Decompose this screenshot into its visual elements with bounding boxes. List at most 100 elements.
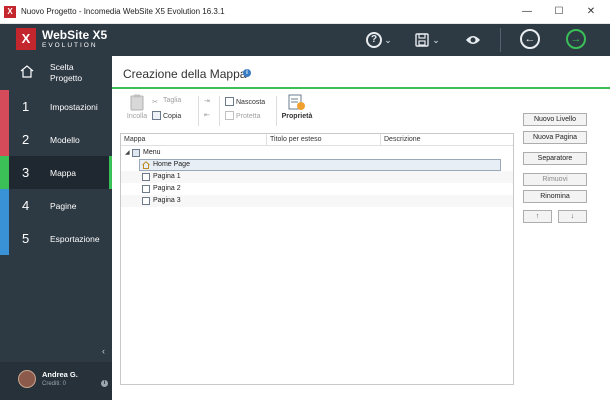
sidebar-item-modello[interactable]: 2 Modello [0,123,112,156]
sidebar-item-label: Scelta Progetto [50,62,83,83]
close-button[interactable]: ✕ [578,4,604,20]
step-accent [0,189,9,222]
sidebar-item-esportazione[interactable]: 5 Esportazione [0,222,112,255]
page-icon [142,185,150,193]
page-icon [142,197,150,205]
expand-toggle-icon[interactable]: ◢ [125,149,130,156]
move-down-button[interactable]: ↓ [558,210,587,223]
properties-icon [288,94,305,110]
page-title: Creazione della Mappa [123,67,247,81]
tree-row-page[interactable]: Pagina 3 [121,195,513,207]
column-divider[interactable] [380,134,381,146]
sidebar-item-label: Modello [50,135,80,145]
step-number: 3 [22,165,30,180]
step-number: 5 [22,231,30,246]
new-level-button[interactable]: Nuovo Livello [523,113,587,126]
user-name: Andrea G. [42,370,78,379]
page-icon [225,97,234,106]
step-accent [0,90,9,123]
rename-button[interactable]: Rinomina [523,190,587,203]
new-page-button[interactable]: Nuova Pagina [523,131,587,144]
sidebar-item-label: Mappa [50,168,76,178]
page-header: Creazione della Mappa i [112,56,610,89]
help-icon[interactable]: ? [366,32,382,48]
save-chevron-down-icon[interactable]: ⌄ [431,30,441,50]
window-title: Nuovo Progetto - Incomedia WebSite X5 Ev… [21,7,225,16]
column-header-descrizione[interactable]: Descrizione [384,136,421,143]
avatar[interactable] [18,370,36,388]
step-accent [0,222,9,255]
properties-label: Proprietà [281,113,313,120]
menu-icon [132,149,140,157]
save-icon[interactable] [414,30,430,50]
step-accent [0,156,9,189]
sidebar-item-mappa[interactable]: 3 Mappa [0,156,112,189]
tree-row-home[interactable]: Home Page [121,159,513,171]
brand-name: WebSite X5 [42,28,108,42]
main-panel: Creazione della Mappa i Incolla ✂ Taglia … [112,56,610,400]
sidebar-item-label: Esportazione [50,234,100,244]
toolbar-divider [500,28,501,52]
maximize-button[interactable]: ☐ [546,4,572,20]
user-credit: Crediti: 0 [42,381,67,387]
cut-button[interactable]: ✂ Taglia [152,97,181,107]
info-icon[interactable]: i [101,380,108,387]
tree-header: Mappa Titolo per esteso Descrizione [121,134,513,146]
main-toolbar: X WebSite X5 EVOLUTION ? ⌄ ⌄ ← → [0,24,610,56]
tree-row-page[interactable]: Pagina 1 [121,171,513,183]
column-divider[interactable] [266,134,267,146]
title-bar: X Nuovo Progetto - Incomedia WebSite X5 … [0,0,610,24]
hidden-label: Nascosta [236,99,266,106]
ribbon-divider [276,96,277,126]
brand-mark-icon: X [16,28,36,50]
copy-icon [152,111,161,120]
minimize-button[interactable]: — [514,4,540,20]
back-button[interactable]: ← [520,29,540,49]
copy-label: Copia [163,113,182,120]
tree-node-label: Pagina 3 [153,197,181,204]
outdent-icon[interactable]: ⇤ [204,111,210,119]
column-header-mappa[interactable]: Mappa [124,136,145,143]
app-icon: X [4,6,16,18]
tree-row-menu[interactable]: ◢ Menu [121,147,513,159]
sidebar-item-pagine[interactable]: 4 Pagine [0,189,112,222]
site-map-tree[interactable]: Mappa Titolo per esteso Descrizione ◢ Me… [120,133,514,385]
edit-ribbon: Incolla ✂ Taglia Copia ⇥ ⇤ Nascosta Prote… [120,94,420,130]
home-page-icon [142,161,150,169]
cut-label: Taglia [163,97,182,104]
collapse-sidebar-icon[interactable]: ‹ [102,346,105,356]
page-help-icon[interactable]: i [243,69,251,77]
scissors-icon: ✂ [152,99,158,106]
indent-icon[interactable]: ⇥ [204,97,210,105]
home-icon [20,65,34,81]
page-icon [142,173,150,181]
lock-icon [225,111,234,120]
properties-button[interactable]: Proprietà [280,94,314,120]
move-up-button[interactable]: ↑ [523,210,552,223]
copy-button[interactable]: Copia [152,111,181,120]
paste-icon [130,94,144,111]
protected-toggle[interactable]: Protetta [225,111,261,120]
paste-label: Incolla [126,113,148,120]
step-accent [0,123,9,156]
paste-button[interactable]: Incolla [122,94,152,120]
column-header-titolo[interactable]: Titolo per esteso [270,136,322,143]
hidden-toggle[interactable]: Nascosta [225,97,265,106]
sidebar: Scelta Progetto 1 Impostazioni 2 Modello… [0,56,112,400]
tree-node-label: Menu [143,149,161,156]
tree-node-label: Pagina 2 [153,185,181,192]
protected-label: Protetta [236,113,261,120]
help-chevron-down-icon[interactable]: ⌄ [383,30,393,50]
sidebar-item-label: Impostazioni [50,102,98,112]
separator-button[interactable]: Separatore [523,152,587,165]
remove-button[interactable]: Rimuovi [523,173,587,186]
sidebar-item-home[interactable]: Scelta Progetto [0,56,112,90]
preview-icon[interactable] [464,30,482,50]
tree-row-page[interactable]: Pagina 2 [121,183,513,195]
tree-node-label: Pagina 1 [153,173,181,180]
sidebar-item-impostazioni[interactable]: 1 Impostazioni [0,90,112,123]
ribbon-divider [198,96,199,126]
forward-button[interactable]: → [566,29,586,49]
selection-highlight [139,159,501,171]
user-panel: Andrea G. Crediti: 0 i [0,362,112,400]
